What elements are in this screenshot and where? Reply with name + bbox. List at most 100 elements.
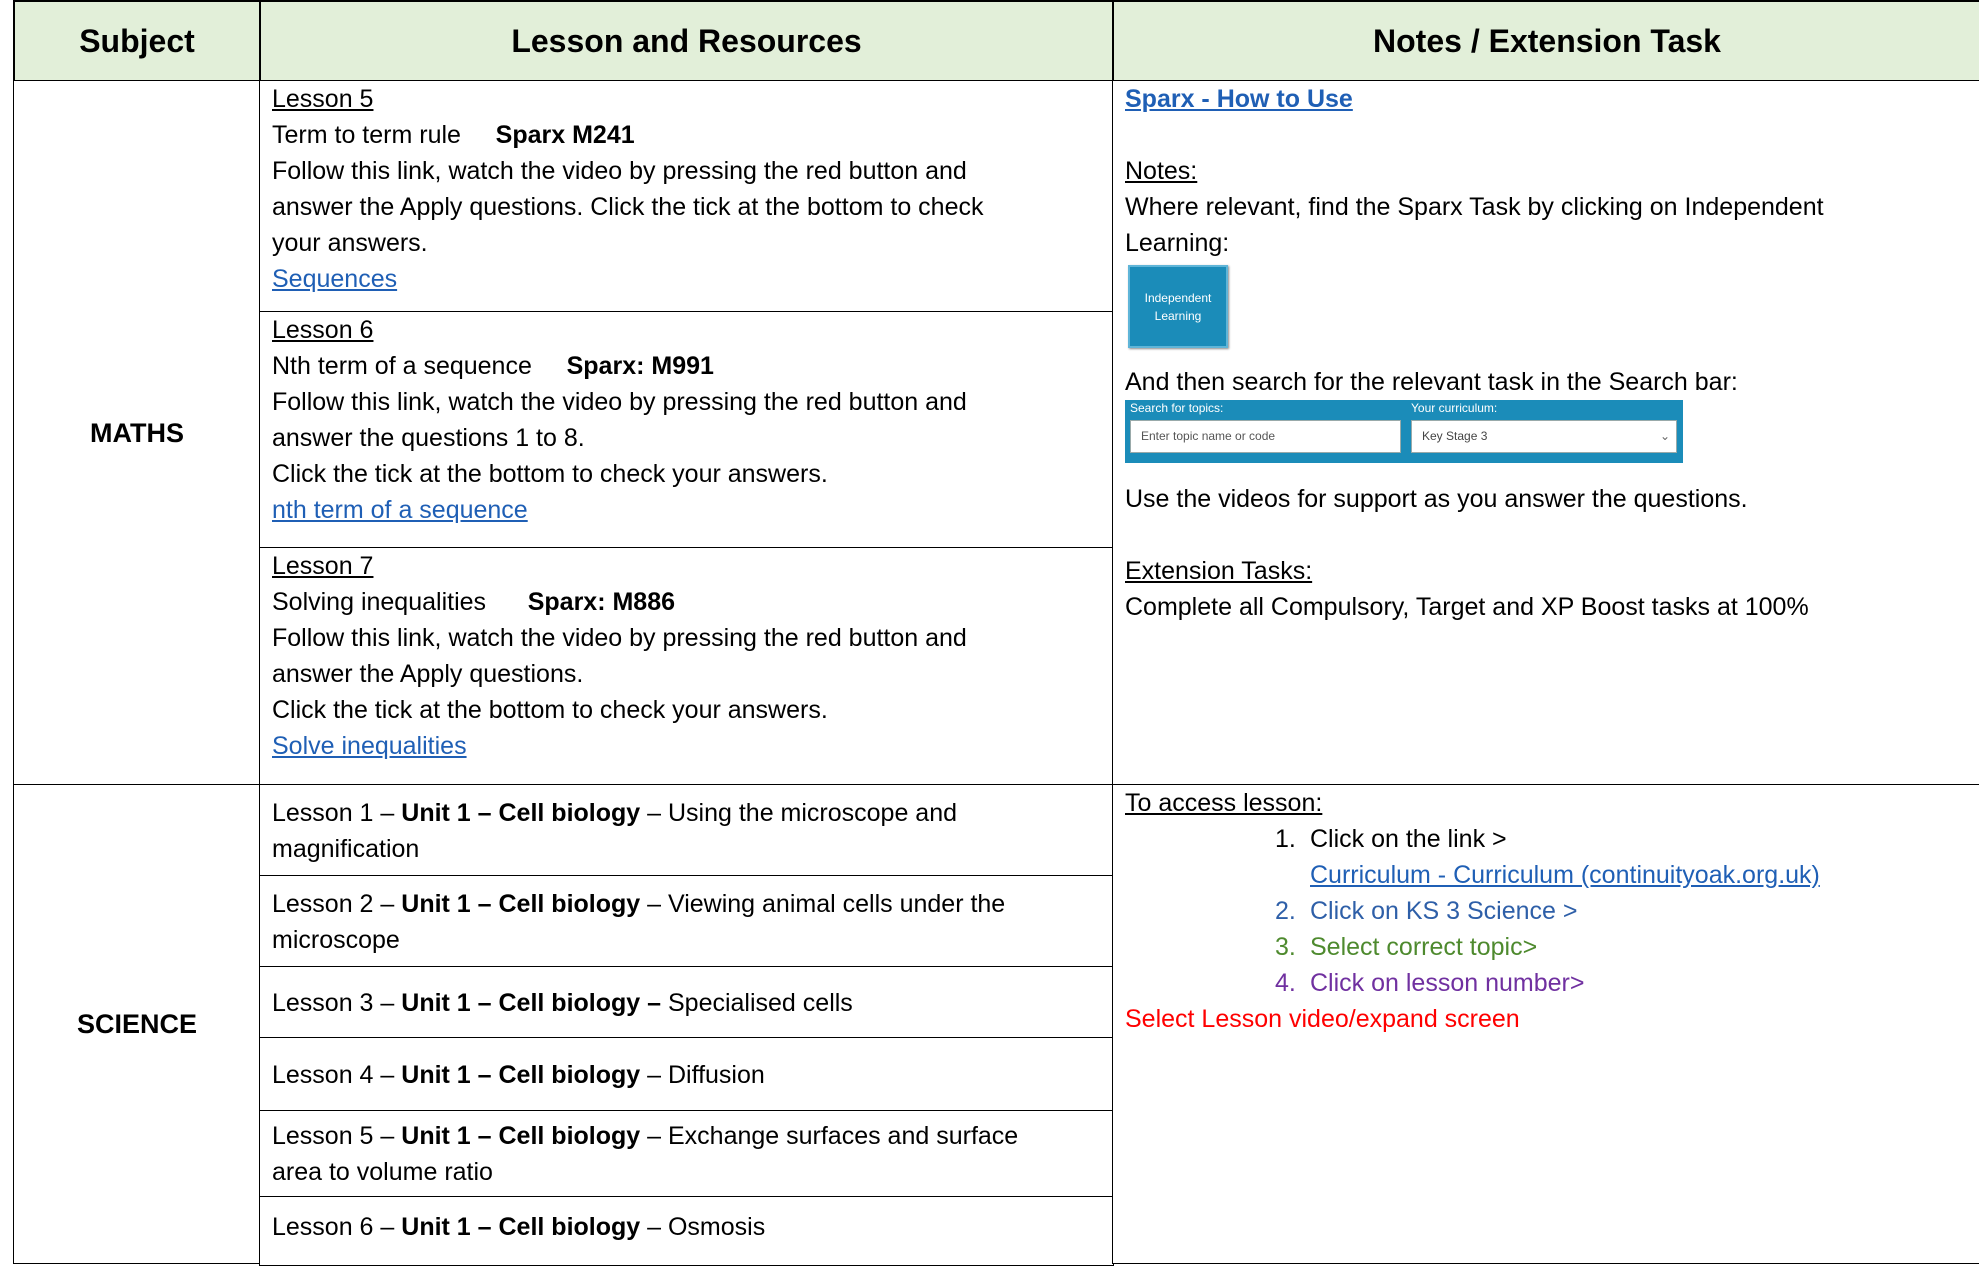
step-4: 4. Click on lesson number> bbox=[1275, 965, 1969, 1001]
search-label: Search for topics: bbox=[1130, 401, 1224, 415]
search-instruction: And then search for the relevant task in… bbox=[1125, 368, 1738, 396]
header-lesson-resources: Lesson and Resources bbox=[259, 0, 1114, 82]
lesson-topic: Using the microscope and bbox=[667, 798, 958, 827]
science-lesson-3: Lesson 3 – Unit 1 – Cell biology – Speci… bbox=[259, 966, 1114, 1039]
separator: – bbox=[640, 1122, 668, 1150]
unit-label: Unit 1 – Cell biology – bbox=[401, 988, 662, 1017]
lesson-topic: Viewing animal cells under the bbox=[667, 889, 1006, 918]
lesson-topic-line: Term to term rule Sparx M241 bbox=[272, 117, 1101, 153]
chevron-down-icon: ⌄ bbox=[1659, 429, 1670, 443]
header-notes-extension: Notes / Extension Task bbox=[1112, 0, 1979, 82]
instruction-line: Follow this link, watch the video by pre… bbox=[272, 157, 967, 185]
access-steps: 1. Click on the link > Curriculum - Curri… bbox=[1125, 821, 1969, 1001]
nth-term-link[interactable]: nth term of a sequence bbox=[272, 496, 528, 524]
unit-label: Unit 1 – Cell biology bbox=[401, 1122, 641, 1150]
unit-label: Unit 1 – Cell biology bbox=[401, 1213, 641, 1241]
step-1: 1. Click on the link > bbox=[1275, 821, 1969, 857]
subject-science: SCIENCE bbox=[13, 784, 261, 1264]
header-subject: Subject bbox=[13, 0, 261, 82]
lesson-topic: Solving inequalities bbox=[272, 588, 487, 616]
step-number: 1. bbox=[1275, 825, 1296, 853]
notes-text: Learning: bbox=[1125, 229, 1230, 257]
separator: – bbox=[640, 1213, 668, 1241]
science-lesson-1: Lesson 1 – Unit 1 – Cell biology – Using… bbox=[259, 784, 1114, 877]
lesson-title: Lesson 7 bbox=[272, 552, 374, 580]
science-lesson-4: Lesson 4 – Unit 1 – Cell biology – Diffu… bbox=[259, 1037, 1114, 1112]
lesson-topic: Specialised cells bbox=[667, 988, 853, 1017]
lesson-prefix: Lesson 1 – bbox=[272, 798, 402, 827]
select-video-text: Select Lesson video/expand screen bbox=[1125, 1005, 1520, 1033]
lesson-prefix: Lesson 4 – bbox=[272, 1060, 402, 1089]
button-label: Independent bbox=[1144, 290, 1212, 305]
separator: – bbox=[640, 1060, 668, 1089]
videos-support-text: Use the videos for support as you answer… bbox=[1125, 485, 1748, 513]
sparx-code: Sparx: M886 bbox=[527, 588, 676, 616]
lesson-topic: Osmosis bbox=[667, 1213, 766, 1241]
subject-maths: MATHS bbox=[13, 80, 261, 786]
extension-heading: Extension Tasks: bbox=[1125, 557, 1313, 585]
science-notes: To access lesson: 1. Click on the link > … bbox=[1112, 784, 1979, 1264]
maths-lesson-5: Lesson 5 Term to term rule Sparx M241 Fo… bbox=[259, 80, 1114, 313]
lesson-topic-cont: microscope bbox=[272, 925, 400, 954]
step-text: Click on KS 3 Science > bbox=[1310, 897, 1578, 925]
sparx-code: Sparx M241 bbox=[495, 121, 635, 149]
separator: – bbox=[640, 798, 668, 827]
instruction-line: answer the Apply questions. bbox=[272, 660, 584, 688]
science-lesson-6: Lesson 6 – Unit 1 – Cell biology – Osmos… bbox=[259, 1196, 1114, 1266]
maths-lesson-7: Lesson 7 Solving inequalities Sparx: M88… bbox=[259, 547, 1114, 786]
step-3: 3. Select correct topic> bbox=[1275, 929, 1969, 965]
instruction-line: Click the tick at the bottom to check yo… bbox=[272, 460, 828, 488]
step-text: Click on the link > bbox=[1310, 825, 1507, 853]
step-number: 4. bbox=[1275, 969, 1296, 997]
curriculum-label: Your curriculum: bbox=[1411, 401, 1498, 415]
separator: – bbox=[640, 889, 668, 918]
lesson-prefix: Lesson 6 – bbox=[272, 1213, 402, 1241]
maths-lesson-6: Lesson 6 Nth term of a sequence Sparx: M… bbox=[259, 311, 1114, 549]
step-text: Click on lesson number> bbox=[1310, 969, 1585, 997]
independent-learning-button[interactable]: Independent Learning bbox=[1128, 265, 1228, 348]
unit-label: Unit 1 – Cell biology bbox=[401, 798, 641, 827]
lesson-prefix: Lesson 5 – bbox=[272, 1122, 402, 1150]
instruction-line: answer the Apply questions. Click the ti… bbox=[272, 193, 984, 221]
access-lesson-heading: To access lesson: bbox=[1125, 789, 1323, 817]
extension-text: Complete all Compulsory, Target and XP B… bbox=[1125, 593, 1809, 621]
lesson-topic: Nth term of a sequence bbox=[272, 352, 532, 380]
lesson-table: Subject Lesson and Resources Notes / Ext… bbox=[0, 0, 1979, 1266]
unit-label: Unit 1 – Cell biology bbox=[401, 1060, 641, 1089]
lesson-topic-cont: area to volume ratio bbox=[272, 1158, 493, 1186]
lesson-topic-line: Nth term of a sequence Sparx: M991 bbox=[272, 348, 1101, 384]
lesson-topic-cont: magnification bbox=[272, 834, 420, 863]
step-2: 2. Click on KS 3 Science > bbox=[1275, 893, 1969, 929]
button-label: Learning bbox=[1154, 308, 1202, 323]
lesson-topic-line: Solving inequalities Sparx: M886 bbox=[272, 584, 1101, 620]
instruction-line: Follow this link, watch the video by pre… bbox=[272, 388, 967, 416]
lesson-topic: Exchange surfaces and surface bbox=[667, 1122, 1019, 1150]
sparx-search-bar: Search for topics: Your curriculum: Ente… bbox=[1125, 400, 1683, 463]
step-text: Select correct topic> bbox=[1310, 933, 1538, 961]
step-number: 2. bbox=[1275, 897, 1296, 925]
unit-label: Unit 1 – Cell biology bbox=[401, 889, 641, 918]
instruction-line: Click the tick at the bottom to check yo… bbox=[272, 696, 828, 724]
sparx-code: Sparx: M991 bbox=[566, 352, 714, 380]
sparx-how-to-use-link[interactable]: Sparx - How to Use bbox=[1125, 85, 1353, 113]
notes-text: Where relevant, find the Sparx Task by c… bbox=[1125, 193, 1824, 221]
sequences-link[interactable]: Sequences bbox=[272, 265, 397, 293]
lesson-title: Lesson 5 bbox=[272, 85, 374, 113]
instruction-line: answer the questions 1 to 8. bbox=[272, 424, 585, 452]
search-input[interactable]: Enter topic name or code bbox=[1130, 420, 1401, 453]
science-lesson-2: Lesson 2 – Unit 1 – Cell biology – Viewi… bbox=[259, 875, 1114, 968]
instruction-line: your answers. bbox=[272, 229, 428, 257]
instruction-line: Follow this link, watch the video by pre… bbox=[272, 624, 967, 652]
separator bbox=[661, 989, 668, 1017]
notes-heading: Notes: bbox=[1125, 157, 1198, 185]
curriculum-value: Key Stage 3 bbox=[1422, 429, 1488, 443]
lesson-topic: Diffusion bbox=[667, 1060, 765, 1089]
curriculum-link[interactable]: Curriculum - Curriculum (continuityoak.o… bbox=[1310, 861, 1820, 889]
lesson-prefix: Lesson 3 – bbox=[272, 988, 402, 1017]
step-1-link-line: Curriculum - Curriculum (continuityoak.o… bbox=[1275, 857, 1969, 893]
lesson-prefix: Lesson 2 – bbox=[272, 889, 402, 918]
lesson-title: Lesson 6 bbox=[272, 316, 374, 344]
solve-inequalities-link[interactable]: Solve inequalities bbox=[272, 732, 467, 760]
curriculum-select[interactable]: Key Stage 3 ⌄ bbox=[1411, 420, 1677, 453]
maths-notes: Sparx - How to Use Notes: Where relevant… bbox=[1112, 80, 1979, 786]
